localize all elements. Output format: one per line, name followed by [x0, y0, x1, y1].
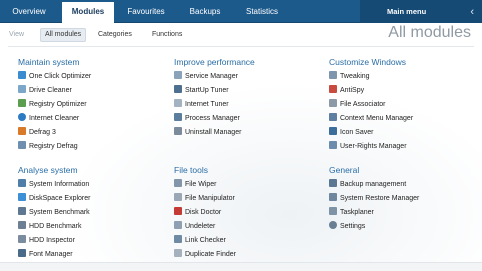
- module-file-wiper[interactable]: File Wiper: [174, 179, 217, 189]
- tab-backups[interactable]: Backups: [180, 0, 230, 23]
- section-title-improve: Improve performance: [174, 57, 255, 67]
- view-functions-button[interactable]: Functions: [148, 28, 186, 42]
- tab-favourites[interactable]: Favourites: [118, 0, 174, 23]
- view-categories-button[interactable]: Categories: [94, 28, 136, 42]
- module-system-benchmark[interactable]: System Benchmark: [18, 207, 90, 217]
- view-all-modules-button[interactable]: All modules: [40, 28, 87, 42]
- tab-statistics[interactable]: Statistics: [236, 0, 288, 23]
- taskplaner-icon: [329, 207, 337, 215]
- one-click-optimizer-icon: [18, 71, 26, 79]
- context-menu-manager-icon: [329, 113, 337, 121]
- disk-doctor-icon: [174, 207, 182, 215]
- font-manager-icon: [18, 249, 26, 257]
- tab-modules[interactable]: Modules: [62, 2, 114, 24]
- service-manager-icon: [174, 71, 182, 79]
- icon-saver-icon: [329, 127, 337, 135]
- module-uninstall-manager[interactable]: Uninstall Manager: [174, 127, 241, 137]
- module-duplicate-finder[interactable]: Duplicate Finder: [174, 249, 236, 259]
- duplicate-finder-icon: [174, 249, 182, 257]
- file-associator-icon: [329, 99, 337, 107]
- module-startup-tuner[interactable]: StartUp Tuner: [174, 85, 229, 95]
- section-title-analyse: Analyse system: [18, 165, 78, 175]
- module-registry-optimizer[interactable]: Registry Optimizer: [18, 99, 87, 109]
- module-internet-cleaner[interactable]: Internet Cleaner: [18, 113, 79, 123]
- file-manipulator-icon: [174, 193, 182, 201]
- module-hdd-inspector[interactable]: HDD Inspector: [18, 235, 75, 245]
- module-link-checker[interactable]: Link Checker: [174, 235, 226, 245]
- module-service-manager[interactable]: Service Manager: [174, 71, 238, 81]
- module-hdd-benchmark[interactable]: HDD Benchmark: [18, 221, 82, 231]
- module-system-information[interactable]: System Information: [18, 179, 89, 189]
- link-checker-icon: [174, 235, 182, 243]
- module-icon-saver[interactable]: Icon Saver: [329, 127, 373, 137]
- module-context-menu-manager[interactable]: Context Menu Manager: [329, 113, 413, 123]
- module-undeleter[interactable]: Undeleter: [174, 221, 215, 231]
- antispy-icon: [329, 85, 337, 93]
- module-one-click-optimizer[interactable]: One Click Optimizer: [18, 71, 91, 81]
- section-title-general: General: [329, 165, 360, 175]
- module-file-associator[interactable]: File Associator: [329, 99, 386, 109]
- tweaking-icon: [329, 71, 337, 79]
- page-title: All modules: [388, 24, 471, 41]
- module-system-restore-manager[interactable]: System Restore Manager: [329, 193, 419, 203]
- module-taskplaner[interactable]: Taskplaner: [329, 207, 374, 217]
- user-rights-manager-icon: [329, 141, 337, 149]
- file-wiper-icon: [174, 179, 182, 187]
- defrag-icon: [18, 127, 26, 135]
- bottom-bar: [0, 262, 482, 271]
- section-title-filetools: File tools: [174, 165, 209, 175]
- module-internet-tuner[interactable]: Internet Tuner: [174, 99, 229, 109]
- main-menu-label: Main menu: [387, 7, 427, 16]
- module-tweaking[interactable]: Tweaking: [329, 71, 370, 81]
- top-tab-bar: Overview Modules Favourites Backups Stat…: [0, 0, 482, 24]
- internet-tuner-icon: [174, 99, 182, 107]
- module-disk-doctor[interactable]: Disk Doctor: [174, 207, 221, 217]
- main-menu-button[interactable]: Main menu ‹: [360, 0, 482, 23]
- chevron-left-icon: ‹: [470, 6, 474, 18]
- module-defrag-3[interactable]: Defrag 3: [18, 127, 56, 137]
- module-backup-management[interactable]: Backup management: [329, 179, 406, 189]
- process-manager-icon: [174, 113, 182, 121]
- module-user-rights-manager[interactable]: User-Rights Manager: [329, 141, 407, 151]
- system-benchmark-icon: [18, 207, 26, 215]
- registry-defrag-icon: [18, 141, 26, 149]
- system-information-icon: [18, 179, 26, 187]
- module-diskspace-explorer[interactable]: DiskSpace Explorer: [18, 193, 90, 203]
- hdd-inspector-icon: [18, 235, 26, 243]
- drive-cleaner-icon: [18, 85, 26, 93]
- diskspace-explorer-icon: [18, 193, 26, 201]
- view-label: View: [9, 31, 25, 38]
- section-title-maintain: Maintain system: [18, 57, 80, 67]
- tab-overview[interactable]: Overview: [0, 0, 58, 23]
- module-process-manager[interactable]: Process Manager: [174, 113, 240, 123]
- internet-cleaner-icon: [18, 113, 26, 121]
- module-drive-cleaner[interactable]: Drive Cleaner: [18, 85, 72, 95]
- gear-icon: [329, 221, 337, 229]
- startup-tuner-icon: [174, 85, 182, 93]
- hdd-benchmark-icon: [18, 221, 26, 229]
- undeleter-icon: [174, 221, 182, 229]
- module-antispy[interactable]: AntiSpy: [329, 85, 364, 95]
- uninstall-manager-icon: [174, 127, 182, 135]
- module-file-manipulator[interactable]: File Manipulator: [174, 193, 235, 203]
- registry-optimizer-icon: [18, 99, 26, 107]
- module-registry-defrag[interactable]: Registry Defrag: [18, 141, 78, 151]
- section-title-customize: Customize Windows: [329, 57, 406, 67]
- system-restore-manager-icon: [329, 193, 337, 201]
- module-font-manager[interactable]: Font Manager: [18, 249, 73, 259]
- backup-management-icon: [329, 179, 337, 187]
- header-divider: [8, 46, 474, 47]
- module-settings[interactable]: Settings: [329, 221, 365, 231]
